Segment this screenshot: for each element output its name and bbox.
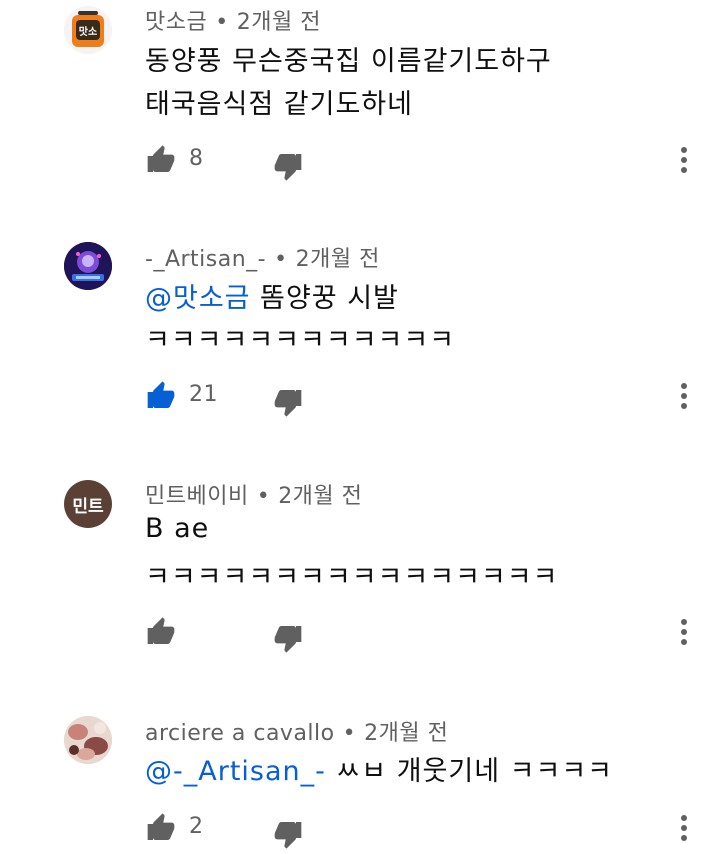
comment-text-line: @맛소금 똠양꿍 시발 (145, 276, 399, 315)
thumbs-up-icon (147, 381, 175, 408)
more-vertical-icon (681, 147, 687, 173)
more-options-button[interactable] (673, 380, 695, 412)
comment-meta: 민트베이비 • 2개월 전 (145, 478, 362, 510)
comment-meta: arciere a cavallo • 2개월 전 (145, 715, 448, 747)
comment-text-line: B ae (145, 513, 210, 544)
author-avatar[interactable] (64, 242, 112, 290)
svg-text:맛소: 맛소 (79, 25, 97, 38)
author-avatar[interactable] (64, 716, 112, 764)
thumbs-up-icon (147, 813, 175, 840)
comment-text-line: @-_Artisan_- ㅆㅂ 개웃기네 ㅋㅋㅋㅋ (145, 749, 613, 788)
like-button[interactable] (145, 144, 177, 176)
comment-time[interactable]: 2개월 전 (364, 721, 448, 746)
more-vertical-icon (681, 383, 687, 409)
thumbs-up-icon (147, 617, 175, 644)
thumbs-down-icon (274, 154, 302, 181)
like-count: 8 (189, 146, 204, 171)
more-vertical-icon (681, 619, 687, 645)
comment-text-line: ㅋㅋㅋㅋㅋㅋㅋㅋㅋㅋㅋㅋ (145, 325, 456, 356)
comment-actions (145, 616, 705, 656)
comment-actions: 8 (145, 144, 705, 184)
author-name[interactable]: 맛소금 (145, 10, 207, 35)
dislike-button[interactable] (272, 386, 304, 418)
comment-text-line: 태국음식점 같기도하네 (145, 89, 413, 120)
thumbs-down-icon (274, 822, 302, 849)
author-name[interactable]: -_Artisan_- (145, 247, 266, 272)
author-avatar[interactable]: 맛소 (64, 6, 112, 54)
meta-separator: • (256, 484, 271, 509)
comment-meta: -_Artisan_- • 2개월 전 (145, 241, 380, 273)
channel-avatar-artisan-icon (64, 242, 112, 290)
like-button[interactable] (145, 380, 177, 412)
mention-link[interactable]: @-_Artisan_- (145, 756, 326, 787)
like-count: 2 (189, 814, 204, 839)
comment-text-line: ㅋㅋㅋㅋㅋㅋㅋㅋㅋㅋㅋㅋㅋㅋㅋㅋ (145, 562, 559, 593)
comment-time[interactable]: 2개월 전 (278, 484, 362, 509)
more-options-button[interactable] (673, 616, 695, 648)
thumbs-up-icon (147, 145, 175, 172)
like-count: 21 (189, 382, 218, 407)
author-name[interactable]: 민트베이비 (145, 484, 249, 509)
comment-text: 똠양꿍 시발 (250, 283, 399, 314)
like-button[interactable] (145, 812, 177, 844)
author-name[interactable]: arciere a cavallo (145, 721, 335, 746)
like-button[interactable] (145, 616, 177, 648)
dislike-button[interactable] (272, 818, 304, 850)
more-vertical-icon (681, 815, 687, 841)
comment-actions: 2 (145, 812, 705, 852)
dislike-button[interactable] (272, 150, 304, 182)
comment-time[interactable]: 2개월 전 (237, 10, 321, 35)
author-avatar[interactable]: 민트 (64, 480, 112, 528)
comment-text-line: 동양풍 무슨중국집 이름같기도하구 (145, 46, 552, 77)
comment-text: ㅆㅂ 개웃기네 ㅋㅋㅋㅋ (325, 756, 614, 787)
channel-avatar-arciere-icon (64, 716, 112, 764)
meta-separator: • (215, 10, 229, 35)
meta-separator: • (342, 721, 357, 746)
thumbs-down-icon (274, 626, 302, 653)
comment-meta: 맛소금 • 2개월 전 (145, 4, 321, 36)
mention-link[interactable]: @맛소금 (145, 283, 251, 314)
thumbs-down-icon (274, 390, 302, 417)
meta-separator: • (274, 247, 288, 272)
dislike-button[interactable] (272, 622, 304, 654)
comment-time[interactable]: 2개월 전 (296, 247, 380, 272)
avatar-initials: 민트 (72, 496, 104, 517)
more-options-button[interactable] (673, 812, 695, 844)
channel-avatar-salt-icon: 맛소 (64, 6, 112, 54)
comment-actions: 21 (145, 380, 705, 420)
more-options-button[interactable] (673, 144, 695, 176)
